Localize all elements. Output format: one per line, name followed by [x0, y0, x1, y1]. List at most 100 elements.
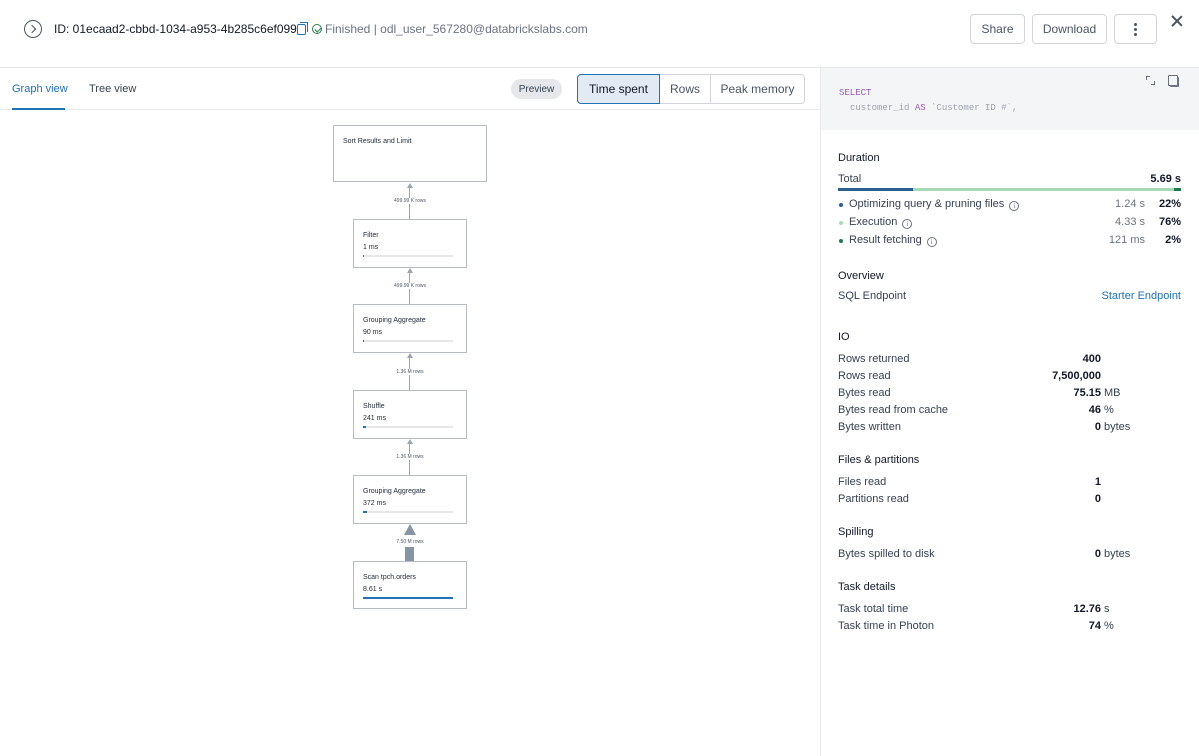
duration-item-label: Execution i: [849, 216, 913, 229]
io-row-label: Bytes read: [838, 387, 891, 399]
duration-item-text: Execution: [849, 216, 898, 228]
metric-time-spent-button[interactable]: Time spent: [577, 74, 660, 104]
io-row-value: 46: [1088, 404, 1101, 416]
graph-node-sort-results[interactable]: Sort Results and Limit: [333, 125, 487, 182]
query-id: ID: 01ecaad2-cbbd-1034-a953-4b285c6ef099: [54, 22, 297, 36]
duration-item-text: Result fetching: [849, 234, 922, 246]
sql-line-1: SELECT: [839, 88, 872, 98]
spilling-row-label: Bytes spilled to disk: [838, 548, 935, 560]
download-button[interactable]: Download: [1032, 14, 1107, 44]
close-icon[interactable]: [1171, 15, 1183, 27]
node-time-bar: [363, 255, 453, 257]
tasks-row-value: 74: [1088, 620, 1101, 632]
view-tabs-bar: Graph view Tree view Preview Time spent …: [0, 68, 820, 110]
node-time: 372 ms: [363, 500, 386, 507]
node-time-bar-fill: [363, 426, 366, 428]
duration-item-label: Result fetching i: [849, 234, 937, 247]
sql-endpoint-label: SQL Endpoint: [838, 290, 907, 302]
node-time-bar-fill: [363, 597, 453, 599]
graph-node-shuffle[interactable]: Shuffle 241 ms: [353, 390, 467, 439]
edge-label: 499.99 K rows: [370, 198, 450, 204]
node-time: 90 ms: [363, 329, 383, 336]
io-row-value: 0: [1094, 421, 1101, 433]
node-time-bar: [363, 597, 453, 599]
io-row-label: Bytes written: [838, 421, 901, 433]
node-title: Scan tpch.orders: [363, 574, 416, 581]
node-time: 8.61 s: [363, 586, 383, 593]
overview-title: Overview: [838, 270, 884, 282]
check-circle-icon: [312, 24, 322, 34]
sql-token: customer_id: [850, 103, 915, 113]
io-row-label: Rows returned: [838, 353, 910, 365]
duration-item-pct: 2%: [1165, 234, 1181, 246]
io-row-label: Rows read: [838, 370, 891, 382]
edge-label: 1.36 M rows: [370, 369, 450, 375]
metric-rows-button[interactable]: Rows: [659, 74, 711, 104]
edge-label: 499.99 K rows: [370, 283, 450, 289]
io-row-unit: bytes: [1104, 421, 1131, 433]
graph-node-scan-orders[interactable]: Scan tpch.orders 8.61 s: [353, 561, 467, 609]
sql-preview: SELECT customer_id AS `Customer ID #`,: [821, 68, 1199, 130]
duration-bar-optimizing: [838, 188, 913, 191]
io-row-unit: MB: [1104, 387, 1121, 399]
files-row-value: 1: [1094, 476, 1101, 488]
duration-item-time: 4.33 s: [1115, 216, 1145, 228]
node-title: Filter: [363, 232, 379, 239]
files-row-label: Partitions read: [838, 493, 909, 505]
sql-endpoint-link[interactable]: Starter Endpoint: [1102, 290, 1182, 302]
node-time: 1 ms: [363, 244, 379, 251]
more-options-button[interactable]: [1114, 14, 1157, 44]
spilling-row-unit: bytes: [1104, 548, 1131, 560]
info-icon[interactable]: i: [902, 219, 913, 229]
info-icon[interactable]: i: [1009, 201, 1020, 211]
graph-node-grouping-aggregate-1[interactable]: Grouping Aggregate 90 ms: [353, 304, 467, 353]
kebab-icon: [1134, 22, 1137, 36]
expand-icon[interactable]: [24, 20, 42, 38]
node-time-bar-fill: [363, 255, 364, 257]
sql-line-2: customer_id AS `Customer ID #`,: [850, 103, 1017, 113]
files-row-label: Files read: [838, 476, 887, 488]
info-icon[interactable]: i: [926, 237, 937, 247]
spilling-title: Spilling: [838, 526, 874, 538]
node-time: 241 ms: [363, 415, 386, 422]
tasks-row-label: Task total time: [838, 603, 909, 615]
copy-sql-icon[interactable]: [1168, 75, 1179, 87]
share-button[interactable]: Share: [970, 14, 1025, 44]
query-details-panel: SELECT customer_id AS `Customer ID #`, D…: [821, 68, 1199, 756]
legend-dot-optimizing: [839, 203, 843, 207]
tasks-row-unit: s: [1104, 603, 1110, 615]
legend-dot-execution: [839, 221, 843, 225]
files-row-value: 0: [1094, 493, 1101, 505]
node-title: Shuffle: [363, 403, 385, 410]
duration-title: Duration: [838, 152, 880, 164]
status-text: Finished | odl_user_567280@databrickslab…: [325, 22, 588, 36]
edge-line-thick: [405, 547, 414, 561]
duration-total-label: Total: [838, 173, 862, 185]
tab-graph-view[interactable]: Graph view: [12, 83, 68, 95]
node-time-bar: [363, 340, 453, 342]
metric-peak-memory-button[interactable]: Peak memory: [710, 74, 805, 104]
io-row-value: 75.15: [1073, 387, 1101, 399]
node-title: Grouping Aggregate: [363, 317, 426, 324]
tasks-row-label: Task time in Photon: [838, 620, 934, 632]
edge-arrow-thick: [403, 524, 416, 535]
fullscreen-icon[interactable]: [1146, 76, 1155, 85]
duration-total-value: 5.69 s: [1150, 173, 1181, 185]
preview-badge: Preview: [511, 79, 562, 99]
graph-node-filter[interactable]: Filter 1 ms: [353, 219, 467, 268]
duration-item-time: 1.24 s: [1115, 198, 1145, 210]
io-row-unit: %: [1104, 404, 1114, 416]
graph-node-grouping-aggregate-2[interactable]: Grouping Aggregate 372 ms: [353, 475, 467, 524]
legend-dot-fetching: [839, 239, 843, 243]
copy-icon[interactable]: [297, 22, 308, 35]
tasks-row-value: 12.76: [1073, 603, 1101, 615]
node-time-bar-fill: [363, 340, 365, 342]
header: ID: 01ecaad2-cbbd-1034-a953-4b285c6ef099…: [0, 0, 1199, 68]
node-time-bar: [363, 426, 453, 428]
tasks-title: Task details: [838, 581, 896, 593]
duration-item-time: 121 ms: [1108, 234, 1145, 246]
tab-tree-view[interactable]: Tree view: [89, 83, 136, 95]
sql-token: `Customer ID #`,: [925, 103, 1018, 113]
edge-label: 1.36 M rows: [370, 454, 450, 460]
node-time-bar-fill: [363, 511, 368, 513]
